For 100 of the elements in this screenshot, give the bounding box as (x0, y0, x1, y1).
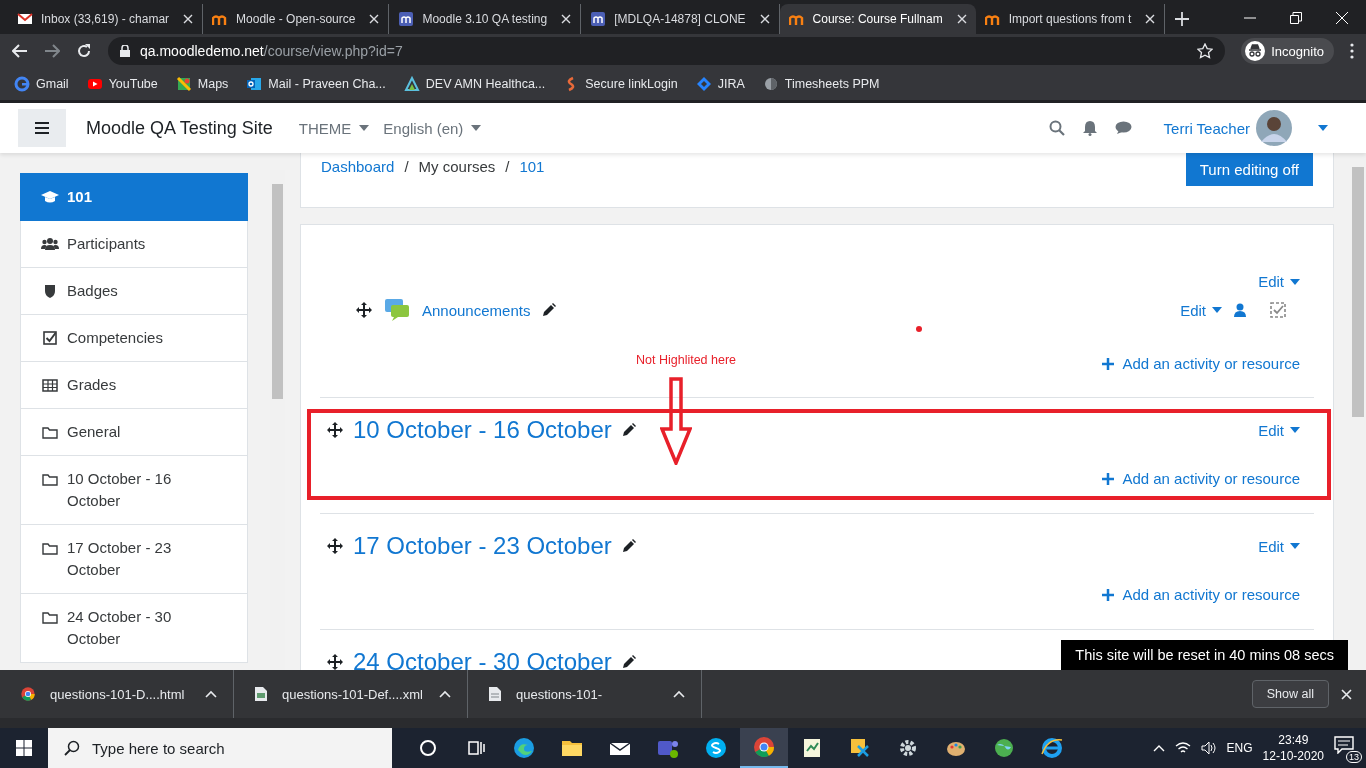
incognito-button[interactable]: Incognito (1241, 38, 1334, 64)
ie-icon (1040, 736, 1064, 760)
edit-menu[interactable]: Edit (1258, 537, 1300, 555)
search-icon[interactable] (1048, 120, 1065, 136)
section-title[interactable]: 17 October - 23 October (353, 532, 612, 560)
close-icon[interactable] (369, 14, 380, 24)
folder-icon (41, 609, 59, 625)
move-icon[interactable] (327, 654, 343, 670)
bookmark-link[interactable]: YouTube (86, 76, 158, 92)
file-icon (254, 686, 268, 702)
chevron-up-icon[interactable] (205, 690, 217, 698)
section-title[interactable]: 24 October - 30 October (353, 648, 612, 670)
site-name[interactable]: Moodle QA Testing Site (86, 117, 273, 139)
bookmark-star-icon[interactable] (1197, 43, 1214, 59)
annotation-label: Not Highlited here (636, 353, 737, 367)
move-icon[interactable] (327, 422, 343, 438)
bookmark-link[interactable]: Timesheets PPM (762, 76, 880, 92)
close-icon[interactable] (561, 14, 572, 24)
move-icon[interactable] (327, 538, 343, 554)
browser-tab[interactable]: Course: Course Fullnam (779, 4, 976, 34)
plus-icon (1102, 357, 1115, 370)
reload-icon[interactable] (76, 43, 92, 59)
nav-menu[interactable]: English (en) (383, 119, 482, 137)
nav-menu[interactable]: THEME (298, 119, 370, 137)
download-item[interactable]: questions-101-Def....xml (234, 670, 468, 718)
bookmark-link[interactable]: Gmail (14, 76, 69, 92)
speaker-icon[interactable] (1200, 741, 1217, 755)
chevron-up-icon[interactable] (673, 690, 685, 698)
pencil-icon[interactable] (621, 655, 636, 669)
turn-editing-off-button[interactable]: Turn editing off (1185, 153, 1313, 186)
user-icon[interactable] (1234, 303, 1246, 317)
download-item[interactable]: questions-101- (468, 670, 702, 718)
bookmark-link[interactable]: JIRA (695, 76, 745, 92)
forum-icon (384, 298, 410, 322)
more-menu-icon[interactable] (1350, 43, 1354, 59)
download-item[interactable]: questions-101-D....html (0, 670, 234, 718)
bookmark-link[interactable]: Secure linkLogin (563, 76, 678, 92)
sidebar-item[interactable]: Grades (20, 362, 248, 409)
new-tab-icon[interactable] (1175, 12, 1190, 26)
restore-icon[interactable] (1290, 12, 1302, 24)
chrome-icon (20, 686, 36, 702)
caret-icon (1290, 427, 1300, 433)
close-icon[interactable] (956, 14, 967, 24)
activity-link[interactable]: Announcements (422, 301, 531, 319)
sidebar-item[interactable]: Participants (20, 221, 248, 268)
completion-checkbox-icon[interactable] (1270, 302, 1286, 318)
close-icon[interactable] (759, 14, 770, 24)
wifi-icon[interactable] (1174, 741, 1191, 755)
edit-menu[interactable]: Edit (1258, 273, 1300, 290)
bookmark-icon (695, 76, 712, 92)
checkbox-icon (41, 330, 59, 346)
taskbar-clock[interactable]: 23:49 12-10-2020 (1262, 732, 1324, 764)
bookmark-icon (246, 76, 263, 92)
add-activity-link[interactable]: Add an activity or resource (1102, 355, 1300, 372)
bookmark-icon (86, 76, 103, 92)
add-activity-link[interactable]: Add an activity or resource (1102, 470, 1300, 487)
bookmark-link[interactable]: Mail - Praveen Cha... (246, 76, 386, 92)
avatar (1256, 110, 1292, 146)
section-title[interactable]: 10 October - 16 October (353, 416, 612, 444)
sidebar-item[interactable]: Badges (20, 268, 248, 315)
breadcrumb-item[interactable]: 101 (519, 158, 545, 175)
pencil-icon[interactable] (621, 539, 636, 553)
close-icon[interactable] (1145, 14, 1156, 24)
input-language[interactable]: ENG (1226, 741, 1253, 755)
user-menu[interactable]: Terri Teacher (1163, 110, 1328, 146)
users-icon (41, 236, 59, 252)
bookmark-icon (403, 76, 420, 92)
menu-button[interactable] (18, 109, 66, 147)
close-icon[interactable] (1341, 688, 1352, 700)
chrome-icon (752, 735, 776, 759)
add-activity-link[interactable]: Add an activity or resource (1102, 586, 1300, 603)
pencil-icon[interactable] (542, 303, 557, 317)
sidebar-item[interactable]: 17 October - 23 October (20, 525, 248, 594)
bookmark-link[interactable]: DEV AMN Healthca... (403, 76, 546, 92)
pencil-icon[interactable] (621, 423, 636, 437)
breadcrumb-item[interactable]: Dashboard (321, 158, 395, 175)
edit-menu[interactable]: Edit (1258, 421, 1300, 439)
address-bar[interactable]: qa.moodledemo.net/course/view.php?id=7 (108, 37, 1226, 65)
tab-favicon-icon (398, 11, 415, 27)
annotation-dot (916, 326, 922, 332)
sidebar-item[interactable]: 101 (20, 173, 248, 221)
move-icon[interactable] (356, 302, 372, 318)
taskbar-search-field[interactable]: Type here to search (48, 728, 392, 768)
close-icon[interactable] (183, 14, 194, 24)
folder-icon (41, 540, 59, 556)
bookmark-link[interactable]: Maps (175, 76, 229, 92)
folder-icon (41, 424, 59, 440)
chevron-up-icon[interactable] (439, 690, 451, 698)
windows-start-icon[interactable] (16, 740, 32, 756)
sidebar-item[interactable]: General (20, 409, 248, 456)
bell-icon[interactable] (1082, 120, 1097, 136)
sidebar-item[interactable]: 24 October - 30 October (20, 594, 248, 663)
forward-icon[interactable] (44, 43, 60, 59)
show-all-button[interactable]: Show all (1251, 680, 1329, 708)
edit-menu[interactable]: Edit (1180, 301, 1222, 319)
chat-icon[interactable] (1114, 121, 1132, 135)
sidebar-item[interactable]: Competencies (20, 315, 248, 362)
sidebar-item[interactable]: 10 October - 16 October (20, 456, 248, 525)
back-icon[interactable] (12, 43, 28, 59)
tab-favicon-icon (590, 11, 607, 27)
